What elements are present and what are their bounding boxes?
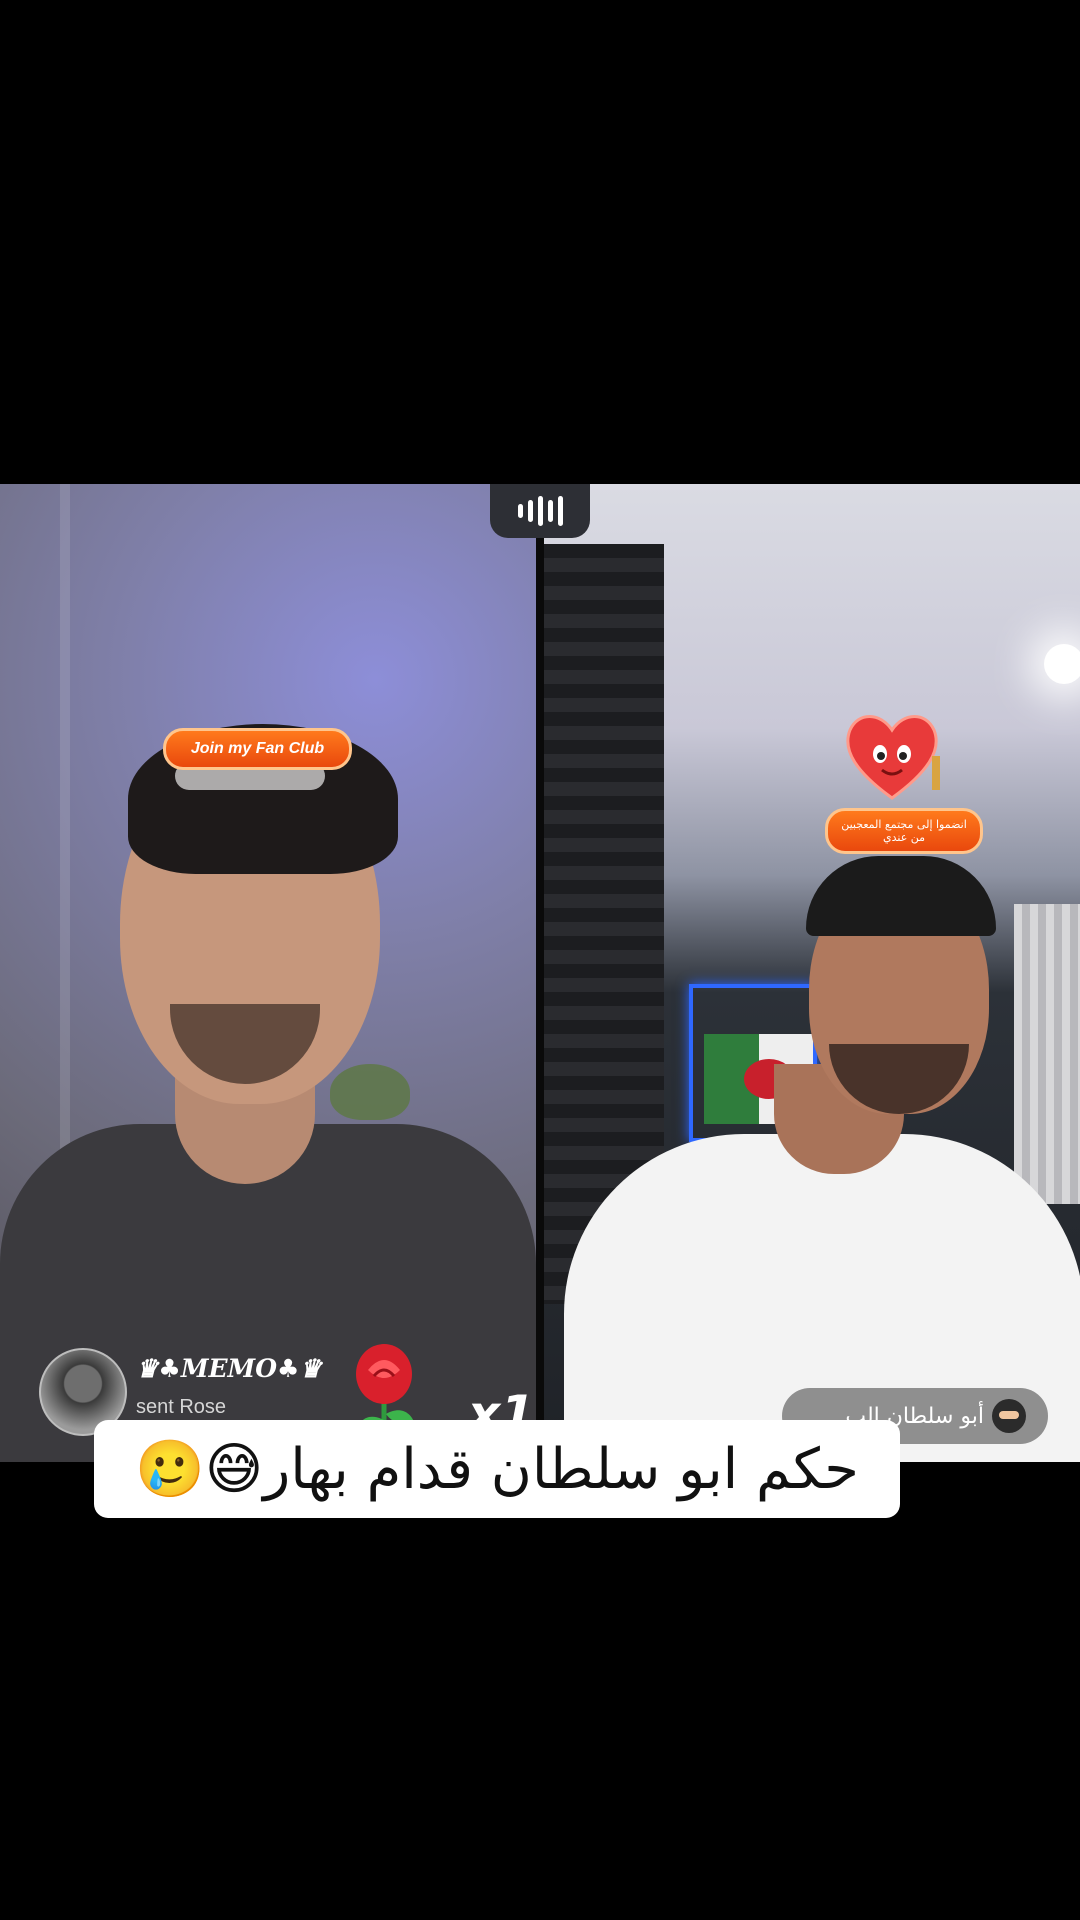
wall-strip [60,484,70,1204]
ceiling-light [1044,644,1080,684]
gift-sender-name: ♛♣MEMO♣♛ [136,1354,322,1383]
fan-community-label-line1: انضموا إلى مجتمع المعجبين [841,818,967,831]
video-caption: حكم ابو سلطان قدام بهار😅🥲 [94,1420,900,1518]
left-stream-video[interactable] [0,484,536,1462]
audio-indicator-tab[interactable] [490,484,590,538]
join-fan-club-button[interactable]: Join my Fan Club [163,728,352,770]
audio-bar-icon [547,500,553,522]
right-host-cap [806,856,996,936]
live-battle-stage [0,484,1080,1462]
audio-bar-icon [557,496,563,526]
audio-bar-icon [517,504,523,518]
curtain [1014,904,1080,1204]
caption-text: حكم ابو سلطان قدام بهار😅🥲 [135,1437,859,1502]
ninja-icon [992,1399,1026,1433]
audio-bar-icon [537,496,543,526]
join-fan-community-button[interactable]: انضموا إلى مجتمع المعجبين من عندي [825,808,983,854]
fan-club-label: Join my Fan Club [190,740,325,757]
stream-divider [536,484,544,1462]
heart-mascot-icon[interactable] [836,706,948,806]
gift-action-text: sent Rose [136,1396,227,1418]
right-stream-video[interactable] [544,484,1080,1462]
audio-bar-icon [527,500,533,522]
fan-community-label-line2: من عندي [882,831,926,844]
background-plant [330,1064,410,1120]
